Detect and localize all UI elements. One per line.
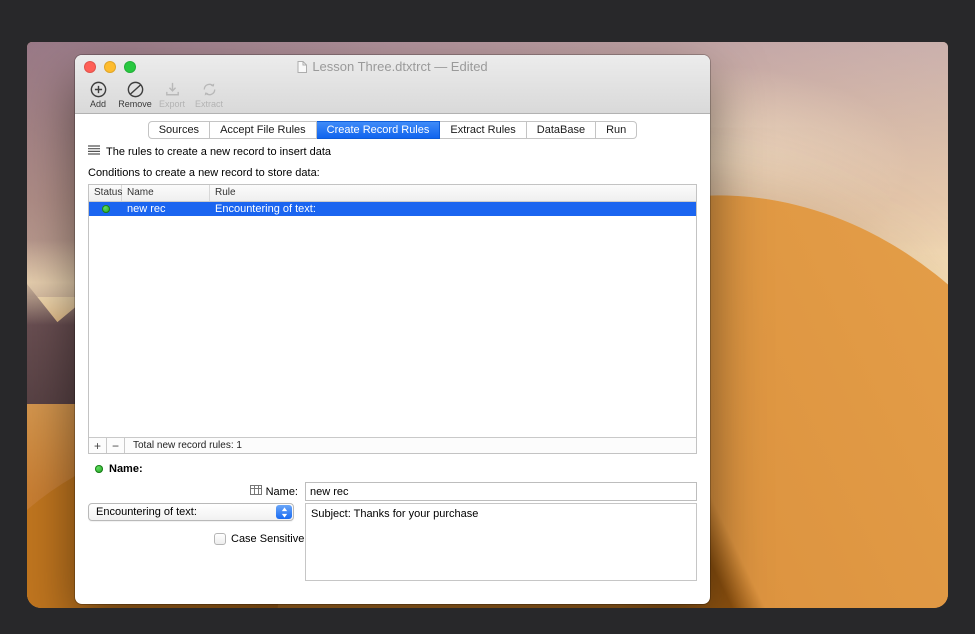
detail-section-header: Name: (95, 463, 143, 475)
name-field-label-row: Name: (195, 485, 298, 498)
rule-type-value: Encountering of text: (96, 506, 197, 518)
case-sensitive-label: Case Sensitive (231, 533, 304, 545)
tab-bar: Sources Accept File Rules Create Record … (75, 121, 710, 139)
case-sensitive-row: Case Sensitive (214, 533, 304, 545)
export-button: Export (155, 78, 189, 110)
name-input[interactable] (305, 482, 697, 501)
detail-status-green-icon (95, 465, 103, 473)
segmented-control: Sources Accept File Rules Create Record … (148, 121, 638, 139)
rules-table: Status Name Rule new rec Encountering of… (88, 184, 697, 454)
case-sensitive-checkbox[interactable] (214, 533, 226, 545)
export-icon (163, 80, 182, 99)
remove-rule-button[interactable]: − (107, 438, 125, 453)
table-row[interactable]: new rec Encountering of text: (89, 202, 696, 216)
extract-icon (200, 80, 219, 99)
close-button[interactable] (84, 61, 96, 73)
extract-button: Extract (192, 78, 226, 110)
desktop: Lesson Three.dtxtrct — Edited Add Remove (27, 42, 948, 608)
rules-count-label: Total new record rules: 1 (133, 440, 242, 451)
tab-database[interactable]: DataBase (527, 121, 596, 139)
add-button[interactable]: Add (81, 78, 115, 110)
rule-text-input[interactable]: Subject: Thanks for your purchase (305, 503, 697, 581)
table-body-empty (89, 216, 696, 438)
rules-description: The rules to create a new record to inse… (106, 146, 331, 158)
export-button-label: Export (159, 99, 185, 109)
detail-section-label: Name: (109, 463, 143, 475)
remove-button[interactable]: Remove (118, 78, 152, 110)
add-icon (89, 80, 108, 99)
app-window: Lesson Three.dtxtrct — Edited Add Remove (75, 55, 710, 604)
rule-type-dropdown[interactable]: Encountering of text: (88, 503, 294, 521)
column-header-status[interactable]: Status (89, 185, 122, 201)
dropdown-arrows-icon (276, 505, 292, 519)
tab-run[interactable]: Run (596, 121, 637, 139)
column-header-name[interactable]: Name (122, 185, 210, 201)
status-green-icon (102, 205, 110, 213)
list-icon (88, 145, 100, 158)
add-rule-button[interactable]: + (89, 438, 107, 453)
window-title: Lesson Three.dtxtrct — Edited (75, 55, 710, 79)
row-name-cell: new rec (122, 203, 210, 215)
toolbar: Add Remove Export Extract (81, 78, 226, 110)
column-header-rule[interactable]: Rule (210, 185, 696, 201)
window-title-text: Lesson Three.dtxtrct — Edited (312, 59, 487, 74)
grid-icon (250, 485, 262, 498)
remove-icon (126, 80, 145, 99)
row-status-cell (89, 205, 122, 213)
remove-button-label: Remove (118, 99, 152, 109)
table-header: Status Name Rule (89, 185, 696, 202)
tab-create-record-rules[interactable]: Create Record Rules (317, 121, 441, 139)
traffic-lights (84, 61, 136, 73)
tab-sources[interactable]: Sources (148, 121, 210, 139)
name-field-label: Name: (266, 486, 298, 498)
minimize-button[interactable] (104, 61, 116, 73)
conditions-label: Conditions to create a new record to sto… (88, 167, 320, 179)
add-button-label: Add (90, 99, 106, 109)
table-footer: + − Total new record rules: 1 (89, 437, 696, 453)
window-titlebar[interactable]: Lesson Three.dtxtrct — Edited (75, 55, 710, 79)
tab-accept-file-rules[interactable]: Accept File Rules (210, 121, 317, 139)
row-rule-cell: Encountering of text: (210, 203, 696, 215)
rules-description-row: The rules to create a new record to inse… (88, 145, 331, 158)
tab-extract-rules[interactable]: Extract Rules (440, 121, 526, 139)
document-proxy-icon (297, 57, 307, 79)
zoom-button[interactable] (124, 61, 136, 73)
extract-button-label: Extract (195, 99, 223, 109)
